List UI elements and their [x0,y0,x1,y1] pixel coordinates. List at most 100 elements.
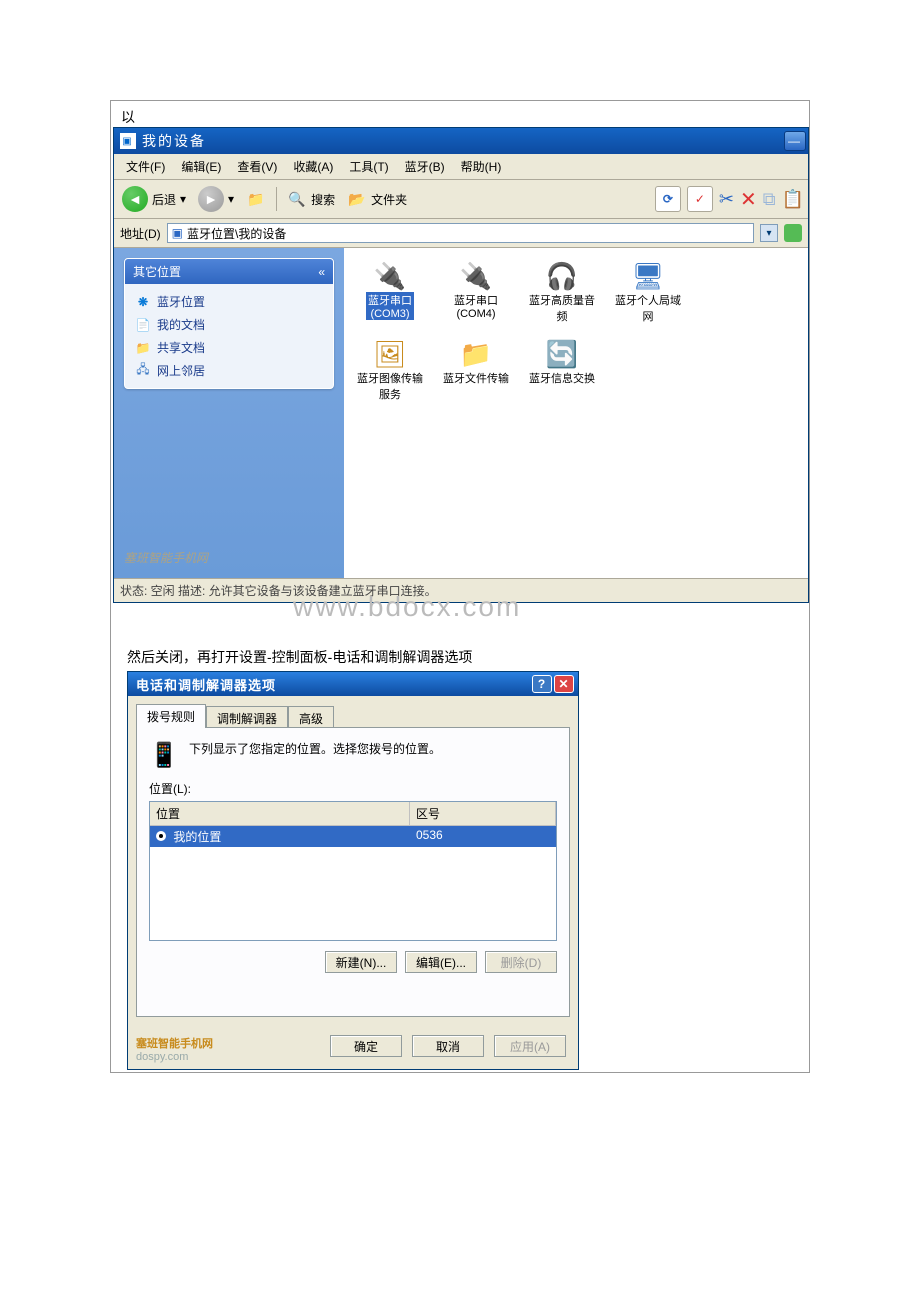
dialog-body: 拨号规则 调制解调器 高级 📱 下列显示了您指定的位置。选择您拨号的位置。 位置… [128,696,578,1025]
locations-list[interactable]: 位置 区号 我的位置 0536 [149,801,557,941]
content-pane[interactable]: 🔌 蓝牙串口(COM3) 🔌 蓝牙串口(COM4) 🎧 蓝牙高质量音频 🖥 蓝牙… [344,248,808,578]
forward-dropdown-icon: ▾ [228,192,234,206]
icon-label: 蓝牙串口 [368,295,412,307]
folder-up-icon: 📁 [246,189,266,209]
forward-button[interactable]: ► ▾ [194,184,238,214]
other-places-header[interactable]: 其它位置 « [125,259,333,284]
dialog-footer: 塞班智能手机网 dospy.com 确定 取消 应用(A) [128,1025,578,1069]
list-buttons: 新建(N)... 编辑(E)... 删除(D) [149,951,557,973]
ok-button[interactable]: 确定 [330,1035,402,1057]
search-icon: 🔍 [287,189,307,209]
back-arrow-icon: ◄ [122,186,148,212]
back-dropdown-icon: ▾ [180,192,186,206]
collapse-icon: « [318,265,325,279]
locations-label: 位置(L): [149,780,557,797]
sidebar-item-label: 共享文档 [157,339,205,356]
address-label: 地址(D) [120,225,161,242]
sidebar-item-network-places[interactable]: 🖧 网上邻居 [133,359,325,382]
watermark-logo: 塞班智能手机网 [124,549,334,566]
back-button[interactable]: ◄ 后退 ▾ [118,184,190,214]
cut-button[interactable]: ✂ [719,189,734,210]
delete-button[interactable]: ✕ [740,187,757,212]
hint-row: 📱 下列显示了您指定的位置。选择您拨号的位置。 [149,740,557,770]
icon-label: 蓝牙串口 [454,295,498,307]
icon-grid: 🔌 蓝牙串口(COM3) 🔌 蓝牙串口(COM4) 🎧 蓝牙高质量音频 🖥 蓝牙… [350,258,802,404]
icon-sublabel: (COM4) [456,308,495,320]
minimize-button[interactable]: — [784,131,806,151]
col-location[interactable]: 位置 [150,802,410,825]
col-area-code[interactable]: 区号 [410,802,556,825]
icon-bluetooth-hq-audio[interactable]: 🎧 蓝牙高质量音频 [522,258,602,326]
instruction-text: 然后关闭，再打开设置-控制面板-电话和调制解调器选项 [113,643,809,671]
cancel-button[interactable]: 取消 [412,1035,484,1057]
window-title: 我的设备 [142,131,206,151]
address-value: 蓝牙位置\我的设备 [187,225,286,242]
other-places-panel: 其它位置 « ❋ 蓝牙位置 📄 我的文档 📁 [124,258,334,389]
folders-button[interactable]: 📂 文件夹 [343,187,411,211]
folders-icon: 📂 [347,189,367,209]
side-panel: 其它位置 « ❋ 蓝牙位置 📄 我的文档 📁 [114,248,344,578]
menu-view[interactable]: 查看(V) [231,156,283,177]
folders-label: 文件夹 [371,191,407,208]
icon-bluetooth-image-transfer[interactable]: 🖼 蓝牙图像传输服务 [350,336,430,404]
go-button[interactable] [784,224,802,242]
tab-dial-rules[interactable]: 拨号规则 [136,704,206,728]
apply-button: 应用(A) [494,1035,566,1057]
window-titlebar[interactable]: ▣ 我的设备 — [114,128,808,154]
new-button[interactable]: 新建(N)... [325,951,397,973]
location-row[interactable]: 我的位置 0536 [150,826,556,847]
dialog-close-button[interactable]: ✕ [554,675,574,693]
address-bar: 地址(D) ▣ 蓝牙位置\我的设备 ▾ [114,219,808,248]
icon-bluetooth-serial-com3[interactable]: 🔌 蓝牙串口(COM3) [350,258,430,326]
sidebar-item-shared-documents[interactable]: 📁 共享文档 [133,336,325,359]
icon-bluetooth-serial-com4[interactable]: 🔌 蓝牙串口(COM4) [436,258,516,326]
menu-file[interactable]: 文件(F) [120,156,171,177]
sidebar-item-label: 蓝牙位置 [157,293,205,310]
forward-arrow-icon: ► [198,186,224,212]
up-button[interactable]: 📁 [242,187,270,211]
address-field[interactable]: ▣ 蓝牙位置\我的设备 [167,223,754,243]
copy-button[interactable]: ⧉ [763,189,776,210]
menu-tools[interactable]: 工具(T) [343,156,394,177]
shared-folder-icon: 📁 [135,340,151,356]
sidebar-item-bluetooth-location[interactable]: ❋ 蓝牙位置 [133,290,325,313]
delete-button: 删除(D) [485,951,557,973]
icon-label: 蓝牙文件传输 [443,370,509,386]
dialog-help-button[interactable]: ? [532,675,552,693]
brand-line2: dospy.com [136,1051,188,1063]
search-label: 搜索 [311,191,335,208]
dialog-titlebar[interactable]: 电话和调制解调器选项 ? ✕ [128,672,578,696]
icon-bluetooth-pan[interactable]: 🖥 蓝牙个人局域网 [608,258,688,326]
menu-edit[interactable]: 编辑(E) [175,156,227,177]
sidebar-item-label: 网上邻居 [157,362,205,379]
folder-icon: 📁 [457,338,495,370]
row-location: 我的位置 [173,830,221,844]
list-header: 位置 区号 [150,802,556,826]
window-icon: ▣ [120,133,136,149]
icon-sublabel: (COM3) [370,308,409,320]
menu-help[interactable]: 帮助(H) [455,156,508,177]
sidebar-item-my-documents[interactable]: 📄 我的文档 [133,313,325,336]
refresh-button[interactable]: ⟳ [655,186,681,212]
check-button[interactable]: ✓ [687,186,713,212]
edit-button[interactable]: 编辑(E)... [405,951,477,973]
paste-button[interactable]: 📋 [782,189,804,210]
address-dropdown[interactable]: ▾ [760,224,778,242]
status-bar: 状态: 空闲 描述: 允许其它设备与该设备建立蓝牙串口连接。 [114,578,808,602]
tab-strip: 拨号规则 调制解调器 高级 [136,704,570,728]
tab-page-dial-rules: 📱 下列显示了您指定的位置。选择您拨号的位置。 位置(L): 位置 区号 我的位… [136,727,570,1017]
exchange-icon: 🔄 [543,338,581,370]
document-icon: 📄 [135,317,151,333]
menu-bar: 文件(F) 编辑(E) 查看(V) 收藏(A) 工具(T) 蓝牙(B) 帮助(H… [114,154,808,180]
network-computers-icon: 🖥 [629,260,667,292]
phone-modem-dialog: 电话和调制解调器选项 ? ✕ 拨号规则 调制解调器 高级 📱 下列显示了您指定的… [127,671,579,1070]
phone-icon: 📱 [149,740,179,770]
search-button[interactable]: 🔍 搜索 [283,187,339,211]
hint-text: 下列显示了您指定的位置。选择您拨号的位置。 [189,740,441,757]
network-icon: 🖧 [135,363,151,379]
menu-bluetooth[interactable]: 蓝牙(B) [399,156,451,177]
icon-bluetooth-file-transfer[interactable]: 📁 蓝牙文件传输 [436,336,516,404]
toolbar-separator [276,187,277,211]
icon-bluetooth-info-exchange[interactable]: 🔄 蓝牙信息交换 [522,336,602,404]
menu-favorites[interactable]: 收藏(A) [287,156,339,177]
